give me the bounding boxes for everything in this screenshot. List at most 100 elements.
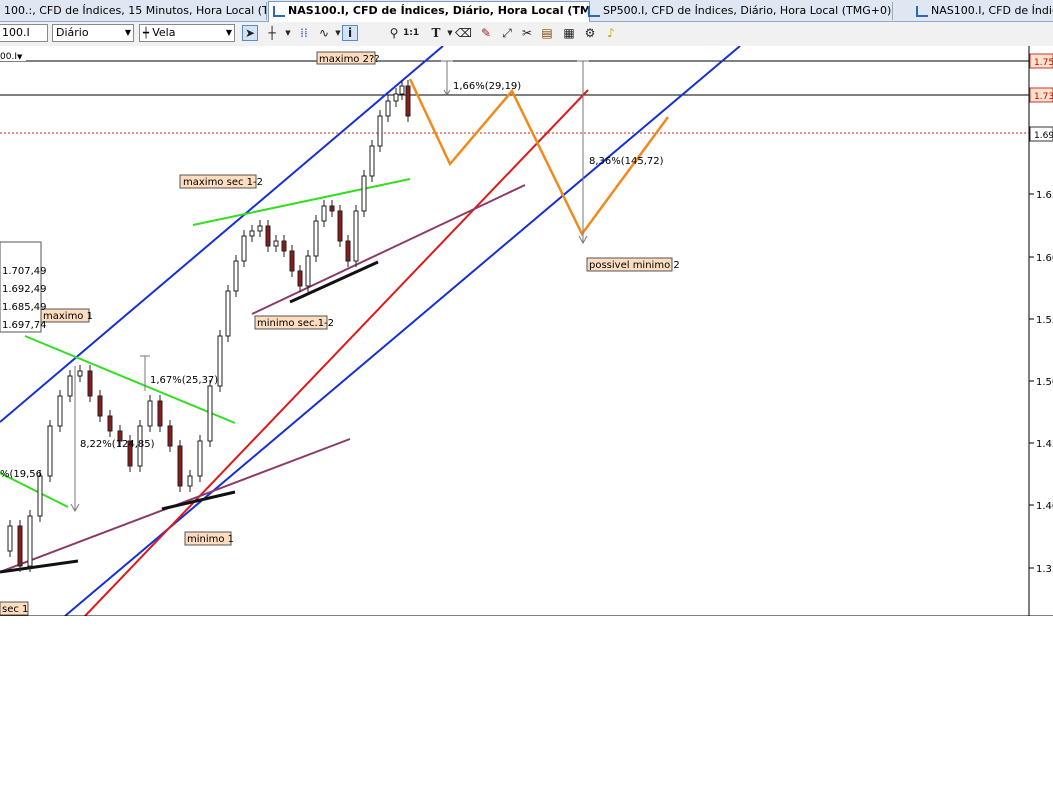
alert-bell-icon[interactable]: ♪ (603, 25, 619, 41)
candle-body (249, 230, 255, 237)
candle-body (369, 145, 375, 177)
tab-sp500-daily[interactable]: SP500.I, CFD de Índices, Diário, Hora Lo… (584, 2, 893, 20)
chart-icon (273, 5, 285, 17)
candle-body (177, 445, 183, 487)
annotation-maximo-2: maximo 2?? (319, 54, 380, 65)
ohlc-value: 1.692,49 (2, 284, 47, 295)
chart-toolbar: 100.I Diário ▼ ┿ Vela ▼ ➤ ┼ ▼ ⁞⁞ ∿ ▼ i ⚲ 1… (0, 22, 1053, 47)
candle-body (273, 240, 279, 247)
candle-body (399, 85, 405, 95)
period-value: Diário (56, 26, 89, 39)
annotation-sec-1: sec 1 (2, 604, 28, 615)
chart-type-select[interactable]: ┿ Vela ▼ (139, 24, 235, 42)
price-axis-label: 1.45 (1036, 439, 1053, 450)
candle-body (281, 240, 287, 252)
candle-body (107, 415, 113, 432)
candle-body (257, 225, 263, 232)
price-axis-label: 1.60 (1036, 253, 1053, 264)
delete-drawings-icon[interactable]: ✎ (478, 25, 494, 41)
candle-body (405, 85, 411, 117)
chart-canvas: 1.65 1.60 1.55 1.50 1.45 1.40 1.35 1.750… (0, 45, 1053, 617)
tab-label: 100.:, CFD de Índices, 15 Minutos, Hora … (4, 4, 266, 17)
annotation-minimo-1: minimo 1 (187, 534, 234, 545)
price-axis-label: 1.40 (1036, 501, 1053, 512)
candle-body (197, 440, 203, 477)
candle-icon: ┿ (143, 28, 153, 39)
candle-body (297, 270, 303, 287)
chevron-down-icon[interactable]: ▼ (17, 53, 23, 61)
price-axis-label: 1.50 (1036, 377, 1053, 388)
candle-body (241, 235, 247, 262)
annotation-pct: 1,67%(25,37) (150, 375, 218, 386)
candle-body (353, 210, 359, 262)
candle-body (345, 240, 351, 262)
link-icon[interactable]: ⚙ (582, 25, 598, 41)
cursor-tool-icon[interactable]: ➤ (242, 25, 258, 41)
empty-area (0, 617, 1053, 800)
chart-icon (916, 5, 928, 17)
symbol-value: 100.I (2, 26, 30, 39)
candle-body (77, 370, 83, 377)
tab-nas100-daily[interactable]: NAS100.I, CFD de Índices, Diário, Hora L… (268, 1, 590, 22)
candle-body (207, 385, 213, 442)
candle-body (167, 425, 173, 447)
tab-label: NAS100.I, CFD de Índices, Diário, Hora L… (288, 4, 590, 17)
annotation-possivel: possivel minimo 2 (589, 260, 680, 271)
candle-body (217, 335, 223, 387)
candle-body (233, 260, 239, 292)
annotation-minimo-sec: minimo sec.1-2 (257, 318, 334, 329)
tab-label: NAS100.I, CFD de Índices (931, 4, 1053, 17)
symbol-corner-label: 00.I (0, 52, 17, 62)
price-tag-label: 1.69 (1034, 131, 1053, 141)
price-axis-label: 1.55 (1036, 315, 1053, 326)
annotation-maximo-1: maximo 1 (43, 311, 93, 322)
annotation-pct: 8,36%(145,72) (589, 156, 664, 167)
tab-chart-15min[interactable]: 100.:, CFD de Índices, 15 Minutos, Hora … (0, 2, 267, 20)
grid-icon[interactable]: ⁞⁞ (296, 25, 312, 41)
candle-body (27, 515, 33, 567)
candle-body (225, 290, 231, 337)
trend-line-red[interactable] (84, 89, 589, 617)
candle-body (361, 175, 367, 212)
tab-label: SP500.I, CFD de Índices, Diário, Hora Lo… (603, 4, 892, 17)
candle-body (329, 205, 335, 212)
price-axis-label: 1.65 (1036, 190, 1053, 201)
candle-body (265, 225, 271, 247)
info-tool-icon[interactable]: i (342, 25, 358, 41)
price-tag-label: 1.730 (1034, 92, 1053, 102)
chevron-down-icon[interactable]: ▼ (280, 25, 296, 41)
symbol-input[interactable]: 100.I (0, 24, 48, 42)
candle-body (87, 370, 93, 397)
candle-body (147, 400, 153, 427)
candle-body (321, 205, 327, 222)
trend-line-black[interactable] (161, 490, 236, 511)
period-select[interactable]: Diário ▼ (52, 24, 134, 42)
annotation-pct: 1,66%(29,19) (453, 81, 521, 92)
candle-body (289, 250, 295, 272)
candle-body (313, 220, 319, 257)
eraser-icon[interactable]: ⌫ (455, 25, 472, 41)
price-axis-label: 1.35 (1036, 564, 1053, 575)
crosshair-tool-icon[interactable]: ┼ (264, 25, 280, 41)
candle-body (97, 395, 103, 417)
candle-body (337, 210, 343, 242)
fit-icon[interactable]: ⤢ (499, 25, 515, 41)
zoom-icon[interactable]: ⚲ (386, 25, 402, 41)
annotation-pct: 8,22%(124,85) (80, 439, 155, 450)
ratio-button[interactable]: 1:1 (403, 25, 419, 41)
candle-body (37, 475, 43, 517)
ohlc-value: 1.685,49 (2, 302, 47, 313)
price-chart[interactable]: 1.65 1.60 1.55 1.50 1.45 1.40 1.35 1.750… (0, 45, 1053, 617)
price-tag-label: 1.750 (1034, 58, 1053, 68)
ohlc-value: 1.697,74 (2, 320, 47, 331)
trend-line-black[interactable] (289, 260, 379, 304)
candle-body (393, 93, 399, 102)
candle-body (385, 100, 391, 117)
properties-icon[interactable]: ▦ (561, 25, 577, 41)
candle-body (187, 475, 193, 487)
candle-body (67, 375, 73, 397)
tab-nas100-other[interactable]: NAS100.I, CFD de Índices (912, 2, 1053, 20)
tools-icon[interactable]: ✂ (519, 25, 535, 41)
candle-body (7, 525, 13, 552)
template-icon[interactable]: ▤ (539, 25, 555, 41)
